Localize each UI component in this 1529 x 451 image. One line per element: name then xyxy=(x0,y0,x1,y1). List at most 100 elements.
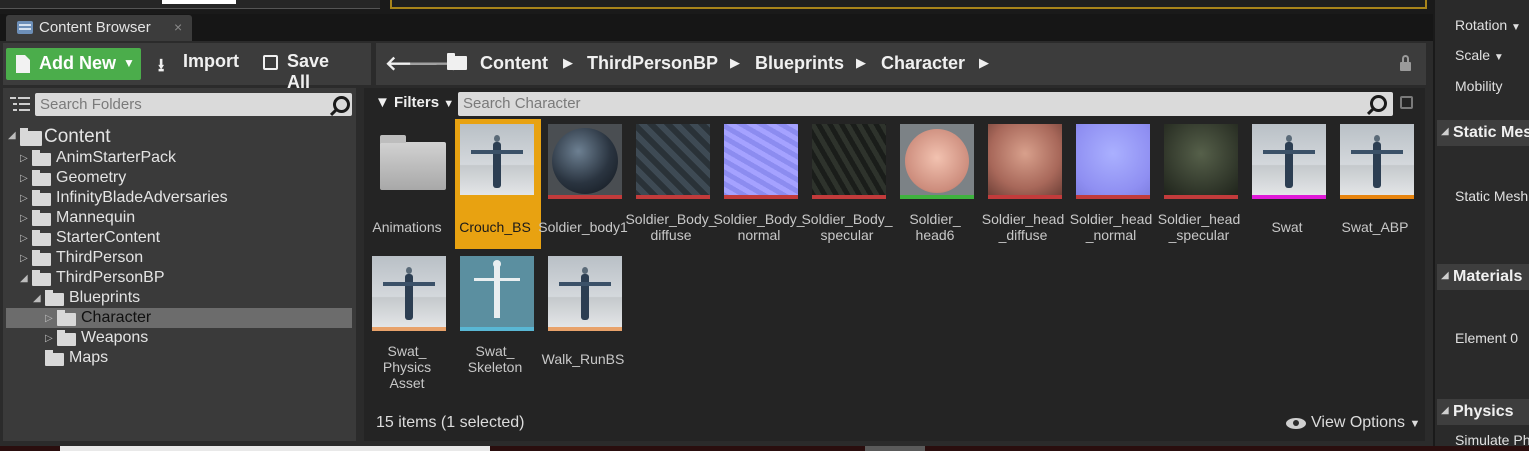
collapsed-arrow-icon[interactable]: ▷ xyxy=(45,333,53,344)
tree-view-icon[interactable] xyxy=(10,96,30,112)
asset-tile[interactable]: Swat xyxy=(1247,119,1327,249)
asset-type-stripe xyxy=(548,327,622,331)
folder-icon xyxy=(447,53,467,70)
asset-thumbnail xyxy=(1252,124,1326,198)
section-materials[interactable]: ◢ Materials xyxy=(1437,264,1529,290)
asset-tile[interactable]: Soldier_Body_ normal xyxy=(713,119,805,249)
asset-type-stripe xyxy=(548,195,622,199)
breadcrumb-blueprints[interactable]: Blueprints xyxy=(755,53,844,74)
asset-tile[interactable]: Soldier_ head6 xyxy=(895,119,975,249)
asset-type-stripe xyxy=(812,195,886,199)
tab-close-icon[interactable]: × xyxy=(174,19,182,35)
view-options-button[interactable]: View Options ▼ xyxy=(1286,414,1420,432)
asset-type-stripe xyxy=(1252,195,1326,199)
collapsed-arrow-icon[interactable]: ▷ xyxy=(20,253,28,264)
mesh-preview xyxy=(552,128,618,194)
asset-name: Soldier_Body_ diffuse xyxy=(625,211,717,243)
section-static-mesh[interactable]: ◢ Static Mes xyxy=(1437,120,1529,146)
asset-tile[interactable]: Swat_ABP xyxy=(1335,119,1415,249)
new-file-icon xyxy=(16,55,30,73)
rotation-label: Rotation xyxy=(1455,17,1508,33)
asset-thumbnail xyxy=(1164,124,1238,198)
filters-button[interactable]: ▼ Filters ▼ xyxy=(375,94,454,111)
rotation-dropdown[interactable]: Rotation ▼ xyxy=(1455,17,1521,33)
search-folders-field[interactable] xyxy=(35,93,352,116)
breadcrumb-separator-icon[interactable]: ▶ xyxy=(856,55,866,71)
chevron-down-icon: ▼ xyxy=(443,98,455,110)
collapsed-arrow-icon[interactable]: ▷ xyxy=(20,153,28,164)
asset-tile[interactable]: Swat_ Skeleton xyxy=(455,251,535,381)
asset-thumbnail xyxy=(372,256,446,330)
asset-thumbnail xyxy=(636,124,710,198)
folder-icon xyxy=(32,150,51,166)
breadcrumb-separator-icon[interactable]: ▶ xyxy=(979,55,989,71)
asset-tile[interactable]: Soldier_Body_ specular xyxy=(801,119,893,249)
asset-thumbnail xyxy=(1076,124,1150,198)
asset-thumbnail xyxy=(548,124,622,198)
folder-open-icon xyxy=(45,290,64,306)
asset-tile[interactable]: Soldier_body1 xyxy=(538,119,628,249)
asset-tile[interactable]: Walk_RunBS xyxy=(542,251,624,381)
tab-content-browser[interactable]: Content Browser × xyxy=(6,15,192,41)
collapsed-arrow-icon[interactable]: ▷ xyxy=(20,233,28,244)
asset-tile[interactable]: Soldier_head _specular xyxy=(1158,119,1240,249)
scale-dropdown[interactable]: Scale ▼ xyxy=(1455,47,1504,63)
static-mesh-label: Static Mesh xyxy=(1455,188,1529,204)
search-icon[interactable] xyxy=(333,96,350,113)
breadcrumb-character[interactable]: Character xyxy=(881,53,965,74)
tree-item-label: AnimStarterPack xyxy=(56,149,177,166)
asset-type-stripe xyxy=(636,195,710,199)
collapsed-arrow-icon[interactable]: ▷ xyxy=(20,173,28,184)
expanded-arrow-icon: ◢ xyxy=(1441,270,1449,281)
asset-type-stripe xyxy=(988,195,1062,199)
chevron-down-icon: ▼ xyxy=(1511,22,1521,33)
asset-tile[interactable]: Soldier_head _normal xyxy=(1070,119,1152,249)
collapsed-arrow-icon[interactable]: ▷ xyxy=(20,213,28,224)
collapsed-arrow-icon[interactable]: ▷ xyxy=(20,193,28,204)
folder-icon xyxy=(380,135,446,190)
asset-name: Soldier_ head6 xyxy=(909,211,961,243)
asset-name: Soldier_Body_ specular xyxy=(801,211,893,243)
tree-item-label: ThirdPerson xyxy=(56,249,144,266)
asset-thumbnail xyxy=(548,256,622,330)
section-header: Physics xyxy=(1453,403,1514,420)
element0-label: Element 0 xyxy=(1455,330,1519,346)
search-folders-input[interactable] xyxy=(40,95,320,113)
asset-name: Swat_ Skeleton xyxy=(467,343,523,375)
search-icon[interactable] xyxy=(1370,95,1387,112)
asset-type-stripe xyxy=(1340,195,1414,199)
expanded-arrow-icon[interactable]: ◢ xyxy=(8,130,16,141)
folder-icon xyxy=(45,350,64,366)
section-header: Materials xyxy=(1453,268,1523,285)
asset-tile[interactable]: Animations xyxy=(367,119,447,249)
breadcrumb-separator-icon[interactable]: ▶ xyxy=(563,55,573,71)
save-search-icon[interactable] xyxy=(1400,96,1413,109)
search-character-field[interactable] xyxy=(458,92,1393,116)
folder-icon xyxy=(32,230,51,246)
tree-item-label: InfinityBladeAdversaries xyxy=(56,189,228,206)
head-mesh-preview xyxy=(905,129,969,193)
asset-tile[interactable]: Soldier_Body_ diffuse xyxy=(625,119,717,249)
download-icon: ⭳ xyxy=(158,55,165,75)
save-icon xyxy=(263,55,278,70)
asset-tile[interactable]: Soldier_head _diffuse xyxy=(982,119,1064,249)
character-figure xyxy=(471,135,523,188)
asset-tile[interactable]: Crouch_BS xyxy=(455,119,541,249)
add-new-button[interactable]: Add New ▼ xyxy=(6,48,141,80)
section-physics[interactable]: ◢ Physics xyxy=(1437,399,1529,425)
breadcrumb-thirdpersonbp[interactable]: ThirdPersonBP xyxy=(587,53,718,74)
asset-name: Swat_ABP xyxy=(1341,219,1409,235)
expanded-arrow-icon[interactable]: ◢ xyxy=(20,273,28,284)
asset-name: Walk_RunBS xyxy=(541,351,625,367)
collapsed-arrow-icon[interactable]: ▷ xyxy=(45,313,53,324)
breadcrumb-content[interactable]: Content xyxy=(480,53,548,74)
breadcrumb-separator-icon[interactable]: ▶ xyxy=(730,55,740,71)
search-character-input[interactable] xyxy=(463,94,1343,113)
scale-label: Scale xyxy=(1455,47,1491,63)
character-figure xyxy=(1263,135,1315,188)
expanded-arrow-icon[interactable]: ◢ xyxy=(33,293,41,304)
asset-name: Soldier_head _diffuse xyxy=(981,211,1065,243)
tree-item-label: Mannequin xyxy=(56,209,136,226)
asset-tile[interactable]: Swat_ Physics Asset xyxy=(367,251,447,391)
lock-icon[interactable] xyxy=(1398,54,1412,72)
